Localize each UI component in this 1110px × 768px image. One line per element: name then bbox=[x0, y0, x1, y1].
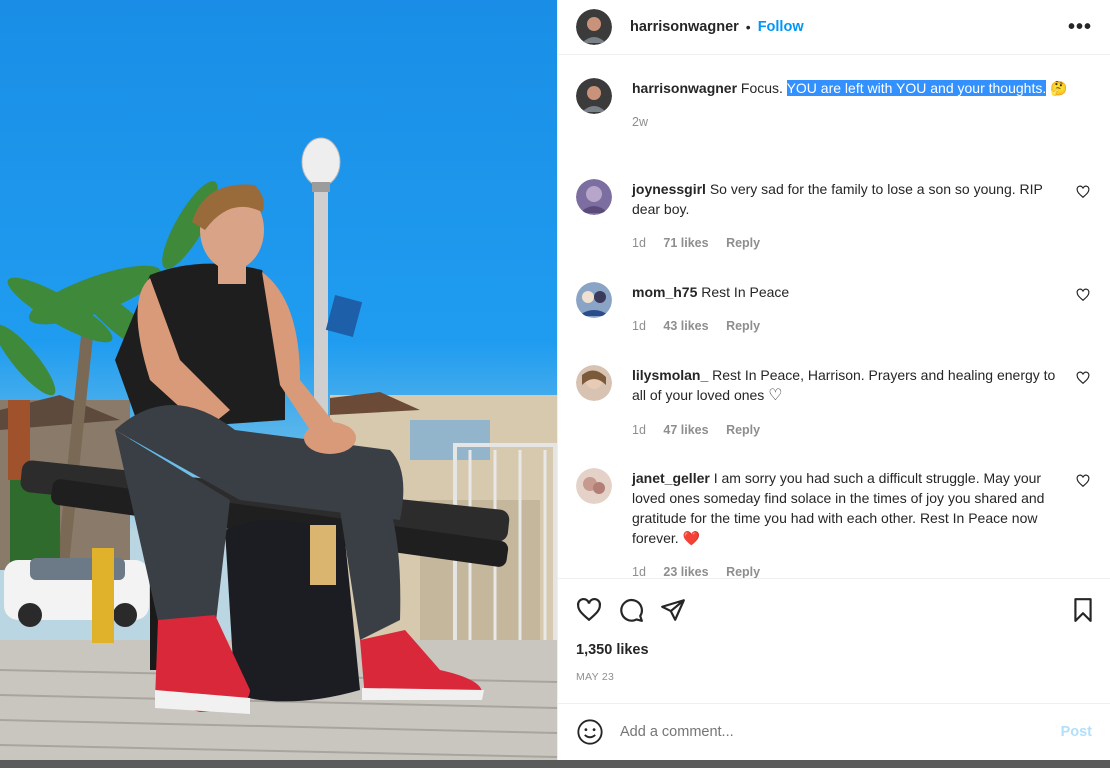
comment-item: mom_h75 Rest In Peace 1d 43 likes Reply bbox=[576, 282, 1096, 336]
post-header: harrisonwagner • Follow ••• bbox=[558, 0, 1110, 55]
comment-meta: 1d 43 likes Reply bbox=[632, 316, 1057, 336]
comment-composer: Post bbox=[558, 703, 1110, 760]
white-heart-emoji: ♡ bbox=[768, 387, 783, 404]
comment-item: janet_geller I am sorry you had such a d… bbox=[576, 468, 1096, 578]
caption-username[interactable]: harrisonwagner bbox=[632, 80, 737, 96]
reply-button[interactable]: Reply bbox=[726, 423, 760, 437]
author-avatar[interactable] bbox=[576, 9, 612, 45]
comment-meta: 1d 23 likes Reply bbox=[632, 562, 1057, 578]
reply-button[interactable]: Reply bbox=[726, 236, 760, 250]
comment-likes[interactable]: 47 likes bbox=[663, 423, 708, 437]
commenter-avatar[interactable] bbox=[576, 468, 612, 504]
post-side-panel: harrisonwagner • Follow ••• harrisonwagn… bbox=[557, 0, 1110, 760]
more-options-icon[interactable]: ••• bbox=[1068, 16, 1092, 39]
comment-age[interactable]: 1d bbox=[632, 236, 646, 250]
commenter-avatar[interactable] bbox=[576, 179, 612, 215]
comment-heart-icon[interactable] bbox=[1076, 474, 1090, 488]
red-heart-emoji: ❤️ bbox=[682, 530, 701, 546]
thinking-face-emoji: 🤔 bbox=[1050, 80, 1068, 96]
comments-list[interactable]: harrisonwagner Focus. YOU are left with … bbox=[558, 56, 1110, 578]
comment-age[interactable]: 1d bbox=[632, 423, 646, 437]
window-bottom-edge bbox=[0, 760, 1110, 768]
post-modal: harrisonwagner • Follow ••• harrisonwagn… bbox=[0, 0, 1110, 760]
post-comment-button[interactable]: Post bbox=[1061, 724, 1092, 740]
caption-body: harrisonwagner Focus. YOU are left with … bbox=[632, 78, 1092, 132]
follow-button[interactable]: Follow bbox=[758, 19, 804, 35]
caption-selected-text: YOU are left with YOU and your thoughts. bbox=[786, 80, 1047, 96]
post-photo[interactable] bbox=[0, 0, 557, 760]
commenter-avatar[interactable] bbox=[576, 365, 612, 401]
comment-likes[interactable]: 23 likes bbox=[663, 565, 708, 578]
comment-likes[interactable]: 43 likes bbox=[663, 319, 708, 333]
caption-age[interactable]: 2w bbox=[632, 112, 1092, 132]
author-avatar-caption[interactable] bbox=[576, 78, 612, 114]
comment-username[interactable]: mom_h75 bbox=[632, 284, 697, 300]
heart-icon[interactable] bbox=[576, 597, 602, 623]
author-username[interactable]: harrisonwagner bbox=[630, 19, 739, 35]
comment-heart-icon[interactable] bbox=[1076, 288, 1090, 302]
comment-meta: 1d 71 likes Reply bbox=[632, 233, 1057, 253]
commenter-avatar[interactable] bbox=[576, 282, 612, 318]
comment-likes[interactable]: 71 likes bbox=[663, 236, 708, 250]
post-date: MAY 23 bbox=[576, 671, 615, 683]
comment-username[interactable]: lilysmolan_ bbox=[632, 367, 708, 383]
comment-body: janet_geller I am sorry you had such a d… bbox=[632, 468, 1057, 578]
comment-username[interactable]: janet_geller bbox=[632, 470, 710, 486]
comment-body: lilysmolan_ Rest In Peace, Harrison. Pra… bbox=[632, 365, 1057, 440]
paper-plane-icon[interactable] bbox=[660, 597, 686, 623]
post-actions: 1,350 likes MAY 23 bbox=[558, 578, 1110, 708]
comment-age[interactable]: 1d bbox=[632, 565, 646, 578]
action-icons bbox=[576, 597, 686, 623]
photo-illustration bbox=[0, 137, 557, 760]
comment-text: Rest In Peace bbox=[701, 284, 790, 300]
reply-button[interactable]: Reply bbox=[726, 565, 760, 578]
comment-item: joynessgirl So very sad for the family t… bbox=[576, 179, 1096, 253]
caption-row: harrisonwagner Focus. YOU are left with … bbox=[576, 78, 1096, 132]
comment-heart-icon[interactable] bbox=[1076, 185, 1090, 199]
comment-input[interactable] bbox=[620, 724, 1061, 740]
comment-age[interactable]: 1d bbox=[632, 319, 646, 333]
separator-dot: • bbox=[745, 19, 751, 35]
comment-heart-icon[interactable] bbox=[1076, 371, 1090, 385]
comment-icon[interactable] bbox=[618, 597, 644, 623]
comment-body: joynessgirl So very sad for the family t… bbox=[632, 179, 1057, 253]
comment-item: lilysmolan_ Rest In Peace, Harrison. Pra… bbox=[576, 365, 1096, 440]
smiley-icon[interactable] bbox=[576, 718, 604, 746]
like-count[interactable]: 1,350 likes bbox=[576, 642, 649, 658]
comment-username[interactable]: joynessgirl bbox=[632, 181, 706, 197]
caption-text: Focus. bbox=[740, 80, 783, 96]
bookmark-icon[interactable] bbox=[1070, 597, 1096, 623]
comment-meta: 1d 47 likes Reply bbox=[632, 420, 1057, 440]
comment-body: mom_h75 Rest In Peace 1d 43 likes Reply bbox=[632, 282, 1057, 336]
reply-button[interactable]: Reply bbox=[726, 319, 760, 333]
